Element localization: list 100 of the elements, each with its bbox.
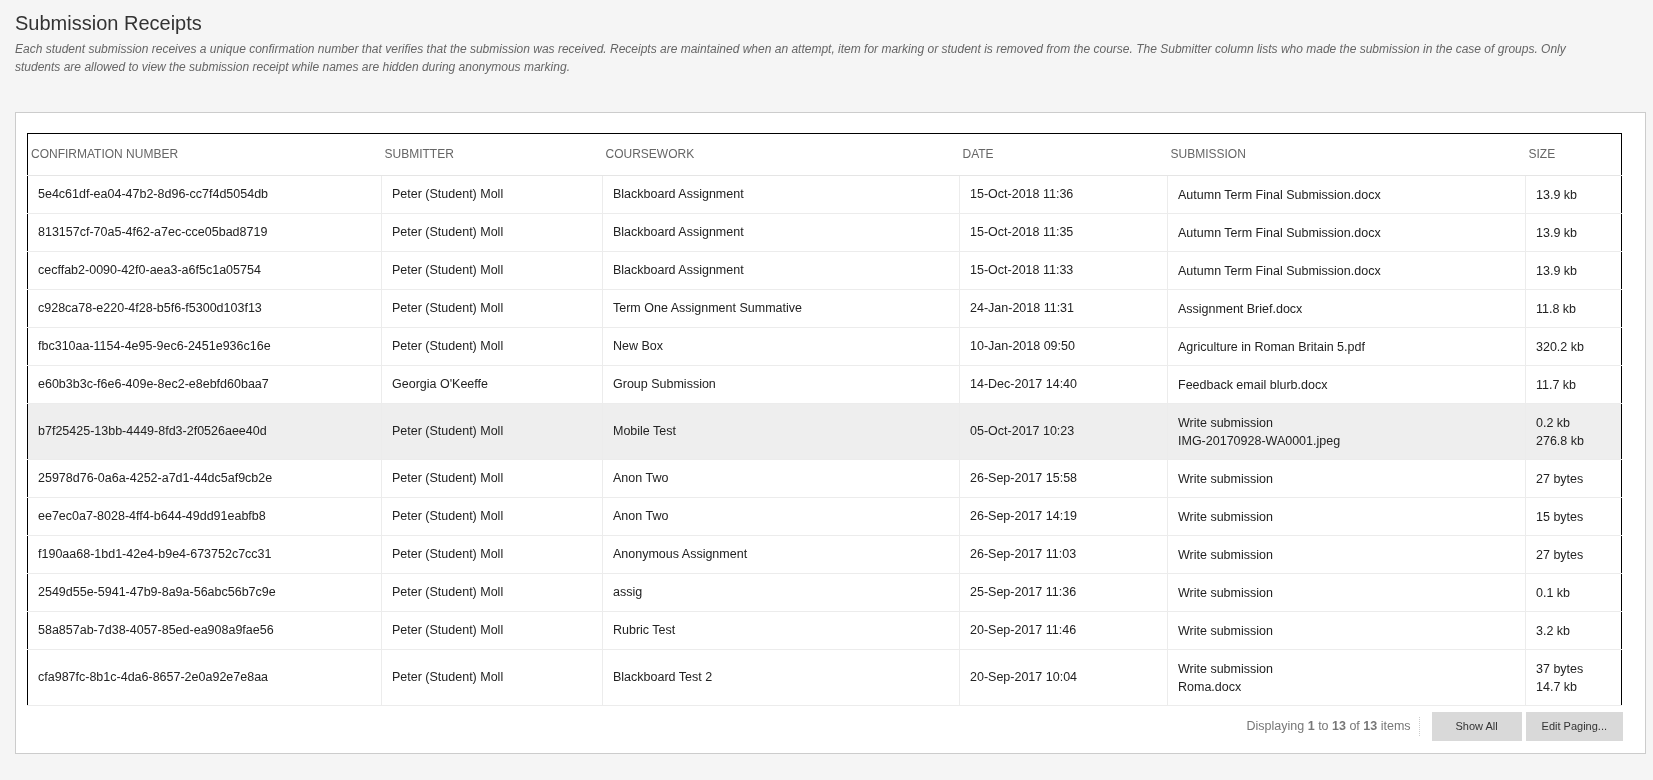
table-cell-text: 15 bytes [1536, 508, 1585, 526]
table-cell-text: Write submission [1178, 546, 1274, 564]
table-cell: 10-Jan-2018 09:50 [970, 339, 1075, 354]
page-description: Each student submission receives a unique confirmation number that verifies that the submission was received. Receipts are maintained when an attempt, item for marking or student is removed from the course. The Submitter column lists who made the submission in the case of groups. Only students are allowed to view the submission receipt while names are hidden during anonymous marking. [15, 41, 1567, 76]
table-cell: Peter (Student) Moll [392, 509, 504, 524]
table-cell: ee7ec0a7-8028-4ff4-b644-49dd91eabfb8 [38, 509, 266, 524]
table-cell-text: Write submission [1178, 584, 1274, 602]
table-cell: Georgia O'Keeffe [392, 377, 488, 392]
table-cell: Peter (Student) Moll [392, 585, 504, 600]
table-cell: 24-Jan-2018 11:31 [970, 301, 1075, 316]
table-cell: b7f25425-13bb-4449-8fd3-2f0526aee40d [38, 424, 267, 439]
table-row[interactable]: 5e4c61df-ea04-47b2-8d96-cc7f4d5054db Peter (Student) Moll Blackboard Assignment 15-Oct-2018 11:36 Autumn Term Final Submission.docx 13.9 kb [27, 175, 1622, 214]
table-cell-text: Agriculture in Roman Britain 5.pdf [1178, 338, 1366, 356]
column-header: SIZE [1527, 147, 1556, 162]
table-row[interactable]: e60b3b3c-f6e6-409e-8ec2-e8ebfd60baa7 Georgia O'Keeffe Group Submission 14-Dec-2017 14:40 Feedback email blurb.docx 11.7 kb [27, 365, 1622, 404]
paging-button[interactable]: Show All [1431, 712, 1522, 741]
table-row[interactable]: 2549d55e-5941-47b9-8a9a-56abc56b7c9e Peter (Student) Moll assig 25-Sep-2017 11:36 Write submission 0.1 kb [27, 573, 1622, 612]
table-cell: 58a857ab-7d38-4057-85ed-ea908a9fae56 [38, 623, 274, 638]
table-cell: Peter (Student) Moll [392, 547, 504, 562]
table-cell-text: 13.9 kb [1536, 186, 1578, 204]
column-header: CONFIRMATION NUMBER [30, 147, 179, 162]
table-cell: Peter (Student) Moll [392, 225, 504, 240]
table-cell-text: Autumn Term Final Submission.docx [1178, 186, 1382, 204]
table-cell-text: Feedback email blurb.docx [1178, 376, 1329, 394]
table-cell-text: Write submission [1178, 508, 1274, 526]
table-row[interactable]: cecffab2-0090-42f0-aea3-a6f5c1a05754 Peter (Student) Moll Blackboard Assignment 15-Oct-2018 11:33 Autumn Term Final Submission.docx 13.9 kb [27, 251, 1622, 290]
table-cell-text: 13.9 kb [1536, 224, 1578, 242]
table-cell-text: Autumn Term Final Submission.docx [1178, 224, 1382, 242]
table-row[interactable]: c928ca78-e220-4f28-b5f6-f5300d103f13 Peter (Student) Moll Term One Assignment Summative 24-Jan-2018 11:31 Assignment Brief.docx 11.8 kb [27, 289, 1622, 328]
table-cell-text: Write submission [1178, 660, 1274, 678]
paging-status: Displaying 1 to 13 of 13 items [1246, 717, 1420, 736]
table-cell: cfa987fc-8b1c-4da6-8657-2e0a92e7e8aa [38, 670, 269, 685]
table-cell-text: 11.7 kb [1536, 376, 1578, 394]
column-header: COURSEWORK [604, 147, 695, 162]
table-cell: 15-Oct-2018 11:35 [970, 225, 1074, 240]
table-cell: Blackboard Assignment [613, 263, 744, 278]
table-cell-text: 11.8 kb [1536, 300, 1578, 318]
table-cell: assig [613, 585, 643, 600]
table-cell: 25978d76-0a6a-4252-a7d1-44dc5af9cb2e [38, 471, 273, 486]
table-cell: 15-Oct-2018 11:33 [970, 263, 1074, 278]
table-cell: Group Submission [613, 377, 716, 392]
table-cell: Term One Assignment Summative [613, 301, 802, 316]
table-cell: e60b3b3c-f6e6-409e-8ec2-e8ebfd60baa7 [38, 377, 269, 392]
table-cell: Anonymous Assignment [613, 547, 748, 562]
table-cell-text: 3.2 kb [1536, 622, 1572, 640]
table-cell-text: Write submission [1178, 414, 1274, 432]
table-cell-text: 37 bytes [1536, 660, 1585, 678]
table-cell-text: Assignment Brief.docx [1178, 300, 1304, 318]
table-cell: 14-Dec-2017 14:40 [970, 377, 1078, 392]
table-cell: 20-Sep-2017 11:46 [970, 623, 1077, 638]
table-cell-text: IMG-20170928-WA0001.jpeg [1178, 432, 1342, 450]
column-header: SUBMITTER [383, 147, 454, 162]
table-row[interactable]: b7f25425-13bb-4449-8fd3-2f0526aee40d Peter (Student) Moll Mobile Test 05-Oct-2017 10:23 Write submission IMG-20170928-WA0001.jpeg 0.2 kb 276.8 kb [27, 403, 1622, 460]
table-cell: 26-Sep-2017 11:03 [970, 547, 1077, 562]
table-cell: Rubric Test [613, 623, 676, 638]
table-cell: 26-Sep-2017 15:58 [970, 471, 1078, 486]
table-cell: Peter (Student) Moll [392, 424, 504, 439]
table-row[interactable]: 25978d76-0a6a-4252-a7d1-44dc5af9cb2e Peter (Student) Moll Anon Two 26-Sep-2017 15:58 Write submission 27 bytes [27, 459, 1622, 498]
table-row[interactable]: fbc310aa-1154-4e95-9ec6-2451e936c16e Peter (Student) Moll New Box 10-Jan-2018 09:50 Agriculture in Roman Britain 5.pdf 320.2 kb [27, 327, 1622, 366]
table-cell-text: 320.2 kb [1536, 338, 1585, 356]
table-cell: 26-Sep-2017 14:19 [970, 509, 1078, 524]
table-cell: Peter (Student) Moll [392, 301, 504, 316]
table-row[interactable]: ee7ec0a7-8028-4ff4-b644-49dd91eabfb8 Peter (Student) Moll Anon Two 26-Sep-2017 14:19 Write submission 15 bytes [27, 497, 1622, 536]
table-cell-text: 13.9 kb [1536, 262, 1578, 280]
table-cell: Blackboard Test 2 [613, 670, 713, 685]
table-row[interactable]: f190aa68-1bd1-42e4-b9e4-673752c7cc31 Peter (Student) Moll Anonymous Assignment 26-Sep-2017 11:03 Write submission 27 bytes [27, 535, 1622, 574]
table-cell: fbc310aa-1154-4e95-9ec6-2451e936c16e [38, 339, 271, 354]
table-cell-text: Write submission [1178, 622, 1274, 640]
table-cell: 813157cf-70a5-4f62-a7ec-cce05bad8719 [38, 225, 268, 240]
table-cell: f190aa68-1bd1-42e4-b9e4-673752c7cc31 [38, 547, 272, 562]
table-cell: 20-Sep-2017 10:04 [970, 670, 1078, 685]
table-cell: 2549d55e-5941-47b9-8a9a-56abc56b7c9e [38, 585, 276, 600]
table-cell: New Box [613, 339, 664, 354]
column-header: SUBMISSION [1169, 147, 1246, 162]
table-cell: Mobile Test [613, 424, 676, 439]
table-cell: 15-Oct-2018 11:36 [970, 187, 1074, 202]
table-row[interactable]: 58a857ab-7d38-4057-85ed-ea908a9fae56 Peter (Student) Moll Rubric Test 20-Sep-2017 11:46 Write submission 3.2 kb [27, 611, 1622, 650]
page-title: Submission Receipts [15, 11, 203, 36]
table-cell-text: 0.1 kb [1536, 584, 1572, 602]
table-cell: Peter (Student) Moll [392, 263, 504, 278]
table-cell: Peter (Student) Moll [392, 471, 504, 486]
table-row[interactable]: 813157cf-70a5-4f62-a7ec-cce05bad8719 Peter (Student) Moll Blackboard Assignment 15-Oct-2018 11:35 Autumn Term Final Submission.docx 13.9 kb [27, 213, 1622, 252]
table-cell-text: Roma.docx [1178, 678, 1243, 696]
table-cell: Peter (Student) Moll [392, 623, 504, 638]
table-cell-text: Autumn Term Final Submission.docx [1178, 262, 1382, 280]
table-cell: 05-Oct-2017 10:23 [970, 424, 1075, 439]
table-cell-text: 27 bytes [1536, 546, 1585, 564]
table-cell-text: 276.8 kb [1536, 432, 1585, 450]
table-cell: c928ca78-e220-4f28-b5f6-f5300d103f13 [38, 301, 262, 316]
table-cell-text: 14.7 kb [1536, 678, 1578, 696]
paging-button[interactable]: Edit Paging... [1525, 712, 1623, 741]
table-cell: Anon Two [613, 509, 669, 524]
table-row[interactable]: cfa987fc-8b1c-4da6-8657-2e0a92e7e8aa Peter (Student) Moll Blackboard Test 2 20-Sep-2017 10:04 Write submission Roma.docx 37 bytes 14.7 kb [27, 649, 1622, 706]
table-cell-text: Write submission [1178, 470, 1274, 488]
table-cell: Peter (Student) Moll [392, 670, 504, 685]
table-cell: 25-Sep-2017 11:36 [970, 585, 1077, 600]
table-cell: 5e4c61df-ea04-47b2-8d96-cc7f4d5054db [38, 187, 269, 202]
table-cell: Peter (Student) Moll [392, 187, 504, 202]
column-header: DATE [961, 147, 994, 162]
table-cell-text: 0.2 kb [1536, 414, 1572, 432]
